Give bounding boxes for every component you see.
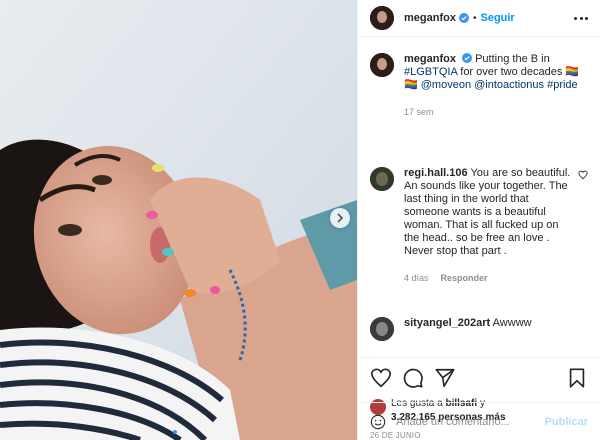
caption-time[interactable]: 17 sem [404, 106, 588, 119]
more-icon [574, 16, 577, 20]
commenter-avatar[interactable] [370, 167, 394, 191]
instagram-post: meganfox • Seguir meganfox Putting the B… [0, 0, 600, 440]
reply-button[interactable]: Responder [441, 273, 488, 283]
mention-link[interactable]: @moveon [421, 79, 471, 91]
photo-image [0, 0, 357, 440]
commenter-avatar[interactable] [370, 317, 394, 341]
caption-text: Putting the B in [475, 53, 550, 65]
post-side-panel: meganfox • Seguir meganfox Putting the B… [357, 0, 600, 440]
comment-username[interactable]: regi.hall.106 [404, 167, 468, 179]
heart-icon[interactable] [370, 367, 392, 389]
hashtag-link[interactable]: #pride [547, 79, 578, 91]
carousel-next-button[interactable] [330, 208, 350, 228]
action-bar [358, 357, 600, 397]
comment-icon[interactable] [402, 367, 424, 389]
avatar-image [370, 6, 394, 30]
hashtag-link[interactable]: #LGBTQIA [404, 66, 457, 78]
add-comment-bar: Añade un comentario... Publicar [358, 402, 600, 440]
chevron-right-icon [337, 213, 344, 223]
comment-body: regi.hall.106 You are so beautiful. An s… [404, 167, 574, 285]
caption-avatar[interactable] [370, 53, 394, 77]
comment-text: You are so beautiful. An sounds like you… [404, 167, 571, 257]
comment-input[interactable]: Añade un comentario... [396, 416, 545, 428]
emoji-icon[interactable] [370, 414, 386, 430]
avatar-image [370, 53, 394, 77]
share-icon[interactable] [434, 367, 456, 389]
follow-button[interactable]: Seguir [480, 12, 514, 24]
carousel-dots [0, 430, 357, 434]
bookmark-icon[interactable] [566, 367, 588, 389]
header-separator: • [472, 12, 477, 24]
verified-icon [462, 53, 473, 63]
author-avatar[interactable] [370, 6, 394, 30]
caption-username[interactable]: meganfox [404, 53, 456, 65]
comment-meta: 4 días Responder [404, 272, 574, 285]
carousel-dot [180, 430, 184, 434]
caption-body: meganfox Putting the B in #LGBTQIA for o… [404, 53, 588, 119]
comment-item: sityangel_202art Awwww [370, 317, 588, 341]
post-photo[interactable] [0, 0, 357, 440]
author-username[interactable]: meganfox [404, 12, 456, 24]
comment-item: regi.hall.106 You are so beautiful. An s… [370, 167, 588, 285]
heart-icon[interactable] [578, 170, 588, 180]
avatar-image [370, 167, 394, 191]
comment-text: Awwww [492, 317, 532, 329]
comments-list: meganfox Putting the B in #LGBTQIA for o… [358, 37, 600, 357]
comment-username[interactable]: sityangel_202art [404, 317, 490, 329]
verified-icon [458, 13, 469, 23]
caption: meganfox Putting the B in #LGBTQIA for o… [370, 53, 588, 119]
more-options-button[interactable] [574, 11, 588, 25]
comment-body: sityangel_202art Awwww [404, 317, 588, 341]
comment-time[interactable]: 4 días [404, 273, 429, 283]
avatar-image [370, 317, 394, 341]
post-header: meganfox • Seguir [358, 0, 600, 37]
mention-link[interactable]: @intoactionus [474, 79, 544, 91]
carousel-dot-active [173, 430, 177, 434]
publish-button[interactable]: Publicar [545, 416, 588, 428]
